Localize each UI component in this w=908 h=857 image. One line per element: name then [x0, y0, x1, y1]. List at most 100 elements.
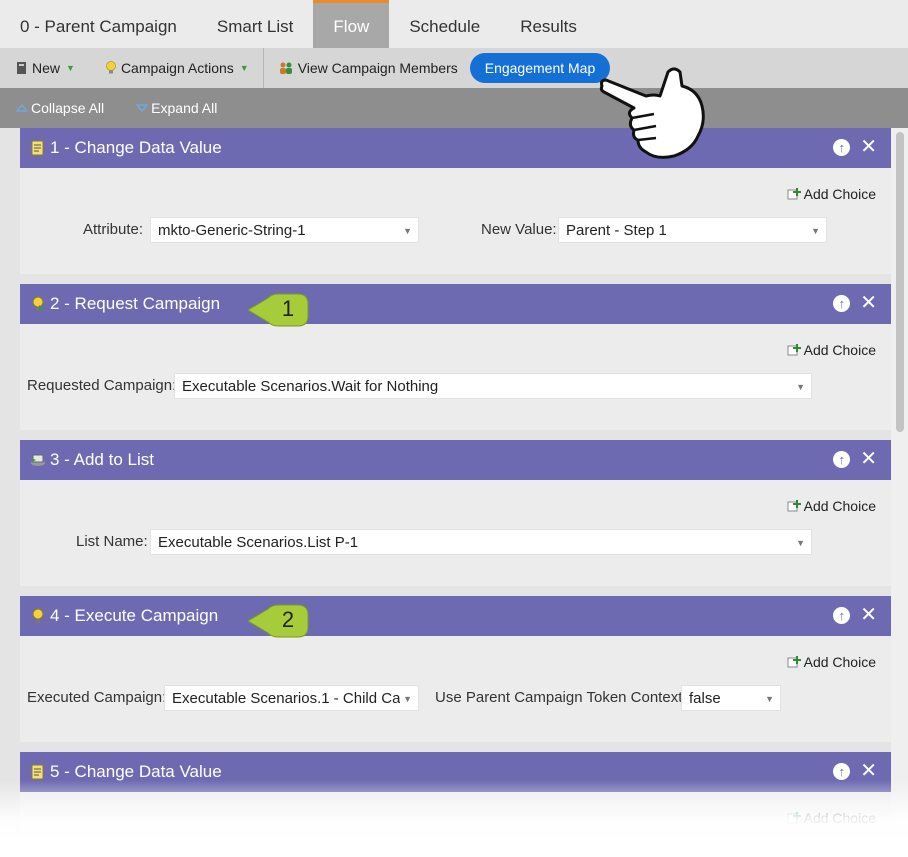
tab-results[interactable]: Results — [500, 0, 597, 48]
list-name-select[interactable]: Executable Scenarios.List P-1 ▼ — [150, 529, 812, 555]
tab-schedule[interactable]: Schedule — [389, 0, 500, 48]
flow-step-body: Add Choice Requested Campaign: Executabl… — [20, 324, 891, 430]
token-context-value: false — [689, 690, 721, 707]
flow-step-title: 1 - Change Data Value — [50, 138, 222, 157]
executed-campaign-select[interactable]: Executable Scenarios.1 - Child Cam ▼ — [164, 685, 419, 711]
bottom-fade-overlay — [0, 780, 908, 857]
lightbulb-icon — [30, 296, 46, 312]
data-value-icon — [30, 764, 46, 780]
callout-number-2: 2 — [281, 607, 295, 632]
move-up-icon[interactable]: ↑ — [833, 139, 851, 156]
expand-arrow-icon — [136, 104, 149, 113]
expand-all-button[interactable]: Expand All — [136, 100, 217, 116]
scrollbar-thumb[interactable] — [896, 132, 904, 432]
tab-flow[interactable]: Flow — [313, 0, 390, 48]
add-choice-label: Add Choice — [803, 654, 876, 670]
flow-step-title: 3 - Add to List — [50, 450, 154, 469]
move-up-icon[interactable]: ↑ — [833, 451, 851, 468]
attribute-label: Attribute: — [83, 221, 144, 238]
add-choice-icon — [787, 500, 801, 512]
add-choice-icon — [787, 344, 801, 356]
lightbulb-icon — [106, 61, 116, 74]
campaign-actions-button[interactable]: Campaign Actions ▼ — [83, 48, 257, 88]
flow-step-header[interactable]: 1 - Change Data Value ↑ ✕ — [20, 128, 891, 168]
chevron-down-icon: ▼ — [400, 686, 412, 710]
members-icon — [279, 62, 292, 74]
collapse-expand-bar: Collapse All Expand All — [0, 88, 908, 128]
new-value-select[interactable]: Parent - Step 1 ▼ — [558, 217, 827, 243]
campaign-actions-label: Campaign Actions — [120, 60, 234, 76]
add-choice-label: Add Choice — [803, 186, 876, 202]
add-choice-button[interactable]: Add Choice — [787, 498, 876, 514]
requested-campaign-value: Executable Scenarios.Wait for Nothing — [182, 378, 439, 395]
attribute-select[interactable]: mkto-Generic-String-1 ▼ — [150, 217, 419, 243]
collapse-all-button[interactable]: Collapse All — [16, 100, 104, 116]
scrollbar[interactable] — [891, 128, 908, 857]
collapse-all-label: Collapse All — [31, 100, 105, 116]
chevron-down-icon: ▼ — [796, 382, 805, 392]
add-choice-button[interactable]: Add Choice — [787, 342, 876, 358]
chevron-down-icon: ▼ — [796, 538, 805, 548]
new-icon — [17, 62, 26, 74]
flow-step-1: 1 - Change Data Value ↑ ✕ Add Choice Att… — [20, 128, 891, 274]
list-icon — [30, 452, 46, 468]
chevron-down-icon: ▼ — [239, 63, 249, 73]
flow-step-header[interactable]: 2 - Request Campaign ↑ ✕ — [20, 284, 891, 324]
flow-steps-area: 1 - Change Data Value ↑ ✕ Add Choice Att… — [0, 128, 908, 857]
add-choice-button[interactable]: Add Choice — [787, 186, 876, 202]
toolbar: New ▼ Campaign Actions ▼ View Campaign M… — [0, 48, 908, 88]
new-menu-button[interactable]: New ▼ — [0, 48, 83, 88]
executed-campaign-value: Executable Scenarios.1 - Child Cam — [172, 690, 413, 707]
chevron-down-icon: ▼ — [66, 63, 75, 73]
campaign-tabs: 0 - Parent Campaign Smart List Flow Sche… — [0, 0, 908, 48]
close-icon[interactable]: ✕ — [860, 137, 877, 157]
token-context-select[interactable]: false ▼ — [681, 685, 781, 711]
move-up-icon[interactable]: ↑ — [833, 763, 851, 780]
requested-campaign-label: Requested Campaign: — [27, 377, 177, 394]
flow-step-body: Add Choice List Name: Executable Scenari… — [20, 480, 891, 586]
close-icon[interactable]: ✕ — [860, 449, 877, 469]
chevron-down-icon: ▼ — [811, 226, 820, 236]
flow-step-4: 4 - Execute Campaign ↑ ✕ Add Choice Exec… — [20, 596, 891, 742]
attribute-value: mkto-Generic-String-1 — [158, 222, 306, 239]
tab-campaign-name[interactable]: 0 - Parent Campaign — [0, 0, 197, 48]
data-value-icon — [30, 140, 46, 156]
flow-step-title: 4 - Execute Campaign — [50, 606, 219, 625]
move-up-icon[interactable]: ↑ — [833, 295, 851, 312]
list-name-label: List Name: — [76, 533, 148, 550]
pointing-hand-icon — [599, 67, 705, 159]
flow-step-3: 3 - Add to List ↑ ✕ Add Choice List Name… — [20, 440, 891, 586]
flow-step-title: 5 - Change Data Value — [50, 762, 222, 781]
move-up-icon[interactable]: ↑ — [833, 607, 851, 624]
engagement-map-button[interactable]: Engagement Map — [469, 53, 611, 83]
view-campaign-members-button[interactable]: View Campaign Members — [264, 48, 466, 88]
new-label: New — [32, 60, 61, 76]
close-icon[interactable]: ✕ — [860, 293, 877, 313]
flow-step-2: 2 - Request Campaign ↑ ✕ Add Choice Requ… — [20, 284, 891, 430]
close-icon[interactable]: ✕ — [860, 605, 877, 625]
flow-step-header[interactable]: 4 - Execute Campaign ↑ ✕ — [20, 596, 891, 636]
flow-step-header[interactable]: 3 - Add to List ↑ ✕ — [20, 440, 891, 480]
tab-smart-list[interactable]: Smart List — [197, 0, 314, 48]
add-choice-label: Add Choice — [803, 342, 876, 358]
chevron-down-icon: ▼ — [403, 226, 412, 236]
flow-step-body: Add Choice Executed Campaign: Executable… — [20, 636, 891, 742]
add-choice-icon — [787, 188, 801, 200]
new-value-value: Parent - Step 1 — [566, 222, 667, 239]
flow-step-body: Add Choice Attribute: mkto-Generic-Strin… — [20, 168, 891, 274]
close-icon[interactable]: ✕ — [860, 761, 877, 781]
lightbulb-icon — [30, 608, 46, 624]
requested-campaign-select[interactable]: Executable Scenarios.Wait for Nothing ▼ — [174, 373, 812, 399]
add-choice-button[interactable]: Add Choice — [787, 654, 876, 670]
collapse-arrow-icon — [16, 103, 28, 112]
add-choice-label: Add Choice — [803, 498, 876, 514]
chevron-down-icon: ▼ — [765, 694, 774, 704]
new-value-label: New Value: — [481, 221, 557, 238]
callout-number-1: 1 — [281, 296, 295, 321]
add-choice-icon — [787, 656, 801, 668]
view-campaign-members-label: View Campaign Members — [297, 60, 458, 76]
expand-all-label: Expand All — [151, 100, 218, 116]
flow-step-title: 2 - Request Campaign — [50, 294, 221, 313]
executed-campaign-label: Executed Campaign: — [27, 689, 167, 706]
list-name-value: Executable Scenarios.List P-1 — [158, 534, 359, 551]
